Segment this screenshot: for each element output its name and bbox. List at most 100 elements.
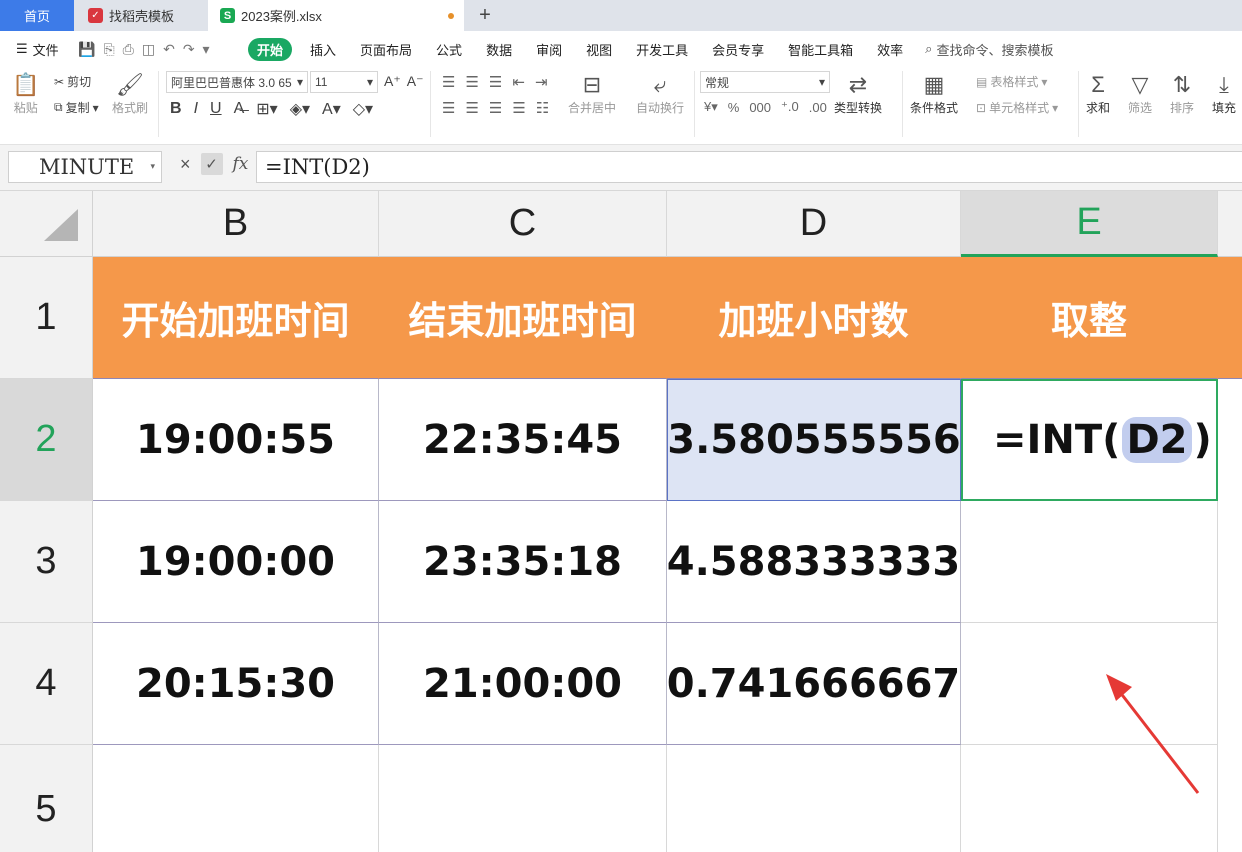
border-icon[interactable]: ⊞▾	[256, 99, 277, 119]
cell-d3[interactable]: 4.588333333	[667, 501, 961, 623]
conditional-format-button[interactable]: ▦ 条件格式	[910, 71, 958, 116]
menu-tab-formula[interactable]: 公式	[436, 40, 462, 59]
filter-button[interactable]: ▽ 筛选	[1128, 71, 1152, 116]
cancel-icon[interactable]: ×	[180, 154, 191, 175]
menu-tab-smart-tools[interactable]: 智能工具箱	[788, 40, 853, 59]
chevron-down-icon[interactable]: ▾	[150, 162, 155, 172]
insert-function-icon[interactable]: fx	[233, 154, 249, 174]
eraser-icon[interactable]: ◇▾	[353, 99, 373, 119]
cell-b5[interactable]	[93, 745, 379, 852]
menu-tab-layout[interactable]: 页面布局	[360, 40, 412, 59]
row-header-1[interactable]: 1	[0, 257, 93, 379]
fill-button[interactable]: ⤓ 填充	[1212, 71, 1236, 116]
fill-color-icon[interactable]: ◈▾	[290, 99, 310, 119]
column-header-d[interactable]: D	[667, 191, 961, 257]
justify-icon[interactable]: ☰	[512, 99, 525, 117]
menu-tab-home[interactable]: 开始	[248, 37, 293, 61]
menu-tab-efficiency[interactable]: 效率	[877, 40, 903, 59]
menu-file[interactable]: ☰ 文件	[0, 40, 70, 59]
column-header-e[interactable]: E	[961, 191, 1218, 257]
cell-b2[interactable]: 19:00:55	[93, 379, 379, 501]
cell-b4[interactable]: 20:15:30	[93, 623, 379, 745]
print-icon[interactable]: ⎙	[123, 41, 134, 58]
thousands-icon[interactable]: 000	[749, 100, 771, 115]
menu-tab-data[interactable]: 数据	[486, 40, 512, 59]
more-icon[interactable]: ▾	[203, 41, 210, 58]
menu-tab-member[interactable]: 会员专享	[712, 40, 764, 59]
currency-icon[interactable]: ¥▾	[704, 99, 718, 115]
merge-center-button[interactable]: ⊟ 合并居中	[568, 71, 616, 116]
command-search[interactable]: ⌕ 查找命令、搜索模板	[925, 40, 1053, 59]
tab-home[interactable]: 首页	[0, 0, 74, 31]
bold-icon[interactable]: B	[170, 100, 182, 118]
italic-icon[interactable]: I	[194, 100, 198, 118]
wrap-text-button[interactable]: ⤶ 自动换行	[636, 71, 684, 116]
font-color-icon[interactable]: A▾	[322, 99, 341, 119]
increase-decimal-icon[interactable]: ⁺.0	[781, 99, 799, 115]
grow-font-icon[interactable]: A⁺	[384, 73, 401, 90]
distributed-icon[interactable]: ☷	[536, 99, 549, 117]
number-format-select[interactable]: 常规 ▾	[700, 71, 830, 93]
percent-icon[interactable]: %	[728, 100, 740, 115]
menu-tab-developer[interactable]: 开发工具	[636, 40, 688, 59]
align-center-icon[interactable]: ☰	[465, 99, 478, 117]
menu-tab-view[interactable]: 视图	[586, 40, 612, 59]
select-all-corner[interactable]	[0, 191, 93, 257]
cell-c5[interactable]	[379, 745, 667, 852]
underline-icon[interactable]: U	[210, 100, 222, 118]
cell-e1[interactable]: 取整	[961, 257, 1218, 379]
copy-button[interactable]: ⧉ 复制 ▾	[54, 99, 99, 116]
menu-tab-review[interactable]: 审阅	[536, 40, 562, 59]
format-painter-button[interactable]: 🖌 格式刷	[112, 71, 148, 116]
cell-e2-editing[interactable]: =INT(D2)	[961, 379, 1218, 501]
indent-decrease-icon[interactable]: ⇤	[512, 73, 525, 91]
cell-d1[interactable]: 加班小时数	[667, 257, 961, 379]
export-icon[interactable]: ⎘	[103, 41, 114, 58]
save-icon[interactable]: 💾	[78, 41, 95, 58]
name-box[interactable]: MINUTE ▾	[8, 151, 162, 183]
tab-template[interactable]: ✓ 找稻壳模板	[76, 0, 206, 31]
row-header-5[interactable]: 5	[0, 745, 93, 852]
cell-b1[interactable]: 开始加班时间	[93, 257, 379, 379]
align-middle-icon[interactable]: ☰	[465, 73, 478, 91]
align-bottom-icon[interactable]: ☰	[489, 73, 502, 91]
sort-button[interactable]: ⇅ 排序	[1170, 71, 1194, 116]
cell-style-button[interactable]: ⊡ 单元格样式 ▾	[976, 99, 1058, 116]
formula-input[interactable]: =INT(D2)	[256, 151, 1242, 183]
add-tab-button[interactable]: +	[474, 0, 496, 31]
cell-e3[interactable]	[961, 501, 1218, 623]
table-style-button[interactable]: ▤ 表格样式 ▾	[976, 73, 1047, 90]
cell-b3[interactable]: 19:00:00	[93, 501, 379, 623]
preview-icon[interactable]: ◫	[142, 41, 155, 58]
cell-c1[interactable]: 结束加班时间	[379, 257, 667, 379]
decrease-decimal-icon[interactable]: .00	[809, 100, 827, 115]
confirm-icon[interactable]: ✓	[200, 153, 223, 175]
cut-button[interactable]: ✂ 剪切	[54, 73, 91, 90]
row-header-2[interactable]: 2	[0, 379, 93, 501]
cell-d2[interactable]: 3.580555556	[667, 379, 961, 501]
paste-button[interactable]: 📋 粘贴	[12, 71, 39, 116]
cell-c3[interactable]: 23:35:18	[379, 501, 667, 623]
sum-button[interactable]: Σ 求和	[1086, 71, 1110, 116]
undo-icon[interactable]: ↶	[163, 41, 175, 58]
cell-d4[interactable]: 0.741666667	[667, 623, 961, 745]
row-header-3[interactable]: 3	[0, 501, 93, 623]
cell-f1[interactable]	[1218, 257, 1242, 379]
cell-c2[interactable]: 22:35:45	[379, 379, 667, 501]
column-header-c[interactable]: C	[379, 191, 667, 257]
column-header-b[interactable]: B	[93, 191, 379, 257]
cell-c4[interactable]: 21:00:00	[379, 623, 667, 745]
shrink-font-icon[interactable]: A⁻	[407, 73, 424, 90]
strikethrough-icon[interactable]: A̶	[234, 100, 245, 118]
redo-icon[interactable]: ↷	[183, 41, 195, 58]
cell-d5[interactable]	[667, 745, 961, 852]
row-header-4[interactable]: 4	[0, 623, 93, 745]
align-top-icon[interactable]: ☰	[442, 73, 455, 91]
font-size-select[interactable]: 11 ▾	[310, 71, 378, 93]
align-left-icon[interactable]: ☰	[442, 99, 455, 117]
align-right-icon[interactable]: ☰	[489, 99, 502, 117]
menu-tab-insert[interactable]: 插入	[310, 40, 336, 59]
indent-increase-icon[interactable]: ⇥	[535, 73, 548, 91]
font-name-select[interactable]: 阿里巴巴普惠体 3.0 65 ▾	[166, 71, 308, 93]
tab-file[interactable]: S 2023案例.xlsx	[208, 0, 464, 31]
